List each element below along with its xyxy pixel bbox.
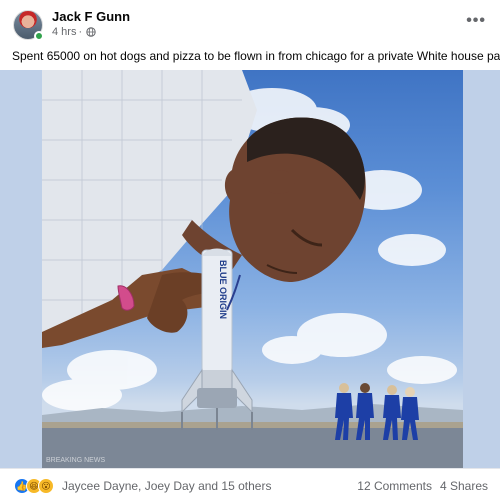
author-name[interactable]: Jack F Gunn: [52, 9, 130, 24]
post-footer: 👍 😆 😮 Jaycee Dayne, Joey Day and 15 othe…: [0, 468, 500, 500]
media-frame: BLUE ORIGIN BREAKING NEWS: [0, 70, 500, 468]
post-meta: 4 hrs ·: [52, 26, 96, 38]
globe-icon: [86, 27, 96, 37]
reaction-icons[interactable]: 👍 😆 😮: [14, 478, 54, 494]
facebook-post: Jack F Gunn 4 hrs · ••• Spent 65000 on h…: [0, 0, 500, 500]
post-time[interactable]: 4 hrs: [52, 26, 76, 38]
post-header: Jack F Gunn 4 hrs · •••: [0, 0, 500, 44]
post-caption: Spent 65000 on hot dogs and pizza to be …: [12, 49, 500, 63]
ear: [263, 170, 295, 194]
photo-illustration: BLUE ORIGIN: [42, 70, 463, 468]
reaction-names[interactable]: Jaycee Dayne, Joey Day and 15 others: [62, 479, 271, 493]
rocket-label: BLUE ORIGIN: [218, 260, 228, 319]
more-options-button[interactable]: •••: [466, 13, 486, 29]
meta-separator: ·: [78, 26, 83, 38]
shares-count[interactable]: 4 Shares: [440, 479, 488, 493]
comments-count[interactable]: 12 Comments: [357, 479, 432, 493]
image-watermark: BREAKING NEWS: [46, 457, 106, 464]
post-photo[interactable]: BLUE ORIGIN BREAKING NEWS: [42, 70, 463, 468]
wow-icon: 😮: [38, 478, 54, 494]
engagement-counts: 12 Comments 4 Shares: [357, 479, 488, 493]
online-status-dot: [34, 31, 44, 41]
